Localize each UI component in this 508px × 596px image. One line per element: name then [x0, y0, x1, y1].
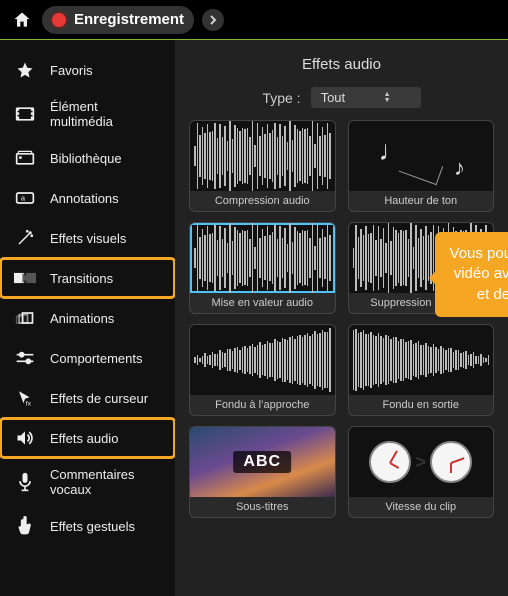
sidebar-item-biblioth-que[interactable]: Bibliothèque [0, 138, 175, 178]
effect-thumbnail: > [349, 427, 494, 497]
effect-tile-fondu-en-sortie[interactable]: Fondu en sortie [348, 324, 495, 416]
effect-thumbnail [190, 223, 335, 293]
library-icon [14, 147, 36, 169]
effect-label: Vitesse du clip [349, 497, 494, 517]
sidebar: Favoris Élément multimédia Bibliothèque a An… [0, 40, 175, 596]
transitions-icon [14, 267, 36, 289]
record-dot-icon [52, 13, 66, 27]
annotation-icon: a [14, 187, 36, 209]
type-label: Type : [262, 90, 300, 106]
sidebar-item-animations[interactable]: Animations [0, 298, 175, 338]
effect-label: Compression audio [190, 191, 335, 211]
effect-tile-fondu-l-approche[interactable]: Fondu à l’approche [189, 324, 336, 416]
sidebar-item-effets-visuels[interactable]: Effets visuels [0, 218, 175, 258]
speaker-icon [14, 427, 36, 449]
effects-grid: Compression audio ♩♪Hauteur de ton Mise en… [189, 120, 494, 518]
effects-panel: Effets audio Type : Tout ▲▼ Compression … [175, 40, 508, 596]
type-select-value: Tout [321, 90, 346, 105]
home-icon[interactable] [10, 8, 34, 32]
sidebar-item-effets-gestuels[interactable]: Effets gestuels [0, 506, 175, 546]
sidebar-item-label: Comportements [50, 351, 142, 366]
effect-tile-sous-titres[interactable]: ABCSous-titres [189, 426, 336, 518]
wand-icon [14, 227, 36, 249]
effect-tile-compression-audio[interactable]: Compression audio [189, 120, 336, 212]
type-select[interactable]: Tout ▲▼ [311, 87, 421, 108]
cursor-icon: fx [14, 387, 36, 409]
effect-thumbnail [190, 121, 335, 191]
star-icon [14, 59, 36, 81]
effect-thumbnail: ♩♪ [349, 121, 494, 191]
topbar: Enregistrement [0, 0, 508, 40]
panel-title: Effets audio [189, 56, 494, 73]
sidebar-item-label: Effets audio [50, 431, 118, 446]
sidebar-item-label: Transitions [50, 271, 113, 286]
effect-thumbnail [349, 325, 494, 395]
updown-icon: ▲▼ [384, 92, 391, 104]
record-dropdown-button[interactable] [202, 9, 224, 31]
effect-label: Mise en valeur audio [190, 293, 335, 313]
callout-text: Vous pouvez modifier votre vidéo avec de… [450, 245, 508, 303]
sidebar-item-transitions[interactable]: Transitions [0, 258, 175, 298]
sidebar-item-effets-de-curseur[interactable]: fx Effets de curseur [0, 378, 175, 418]
type-filter-row: Type : Tout ▲▼ [189, 87, 494, 108]
sliders-icon [14, 347, 36, 369]
record-button[interactable]: Enregistrement [42, 6, 194, 34]
sidebar-item-label: Favoris [50, 63, 93, 78]
animations-icon [14, 307, 36, 329]
effect-label: Hauteur de ton [349, 191, 494, 211]
effect-thumbnail: ABC [190, 427, 335, 497]
sidebar-item-label: Effets gestuels [50, 519, 135, 534]
sidebar-item-label: Élément multimédia [50, 99, 161, 129]
sidebar-item-favoris[interactable]: Favoris [0, 50, 175, 90]
sidebar-item-label: Effets visuels [50, 231, 126, 246]
gesture-icon [14, 515, 36, 537]
sidebar-item-commentaires-vocaux[interactable]: Commentaires vocaux [0, 458, 175, 506]
sidebar-item-label: Animations [50, 311, 114, 326]
sidebar-item-annotations[interactable]: a Annotations [0, 178, 175, 218]
tutorial-callout: Vous pouvez modifier votre vidéo avec de… [435, 232, 508, 317]
effect-label: Fondu en sortie [349, 395, 494, 415]
sidebar-item-label: Bibliothèque [50, 151, 122, 166]
sidebar-item-effets-audio[interactable]: Effets audio [0, 418, 175, 458]
svg-text:a: a [21, 194, 26, 203]
effect-tile-mise-en-valeur-audio[interactable]: Mise en valeur audio [189, 222, 336, 314]
microphone-icon [14, 471, 36, 493]
sidebar-item-label: Commentaires vocaux [50, 467, 161, 497]
sidebar-item-label: Effets de curseur [50, 391, 148, 406]
effect-label: Fondu à l’approche [190, 395, 335, 415]
effect-tile-vitesse-du-clip[interactable]: >Vitesse du clip [348, 426, 495, 518]
svg-text:fx: fx [26, 401, 32, 408]
sidebar-item--l-ment-multim-dia[interactable]: Élément multimédia [0, 90, 175, 138]
effect-tile-hauteur-de-ton[interactable]: ♩♪Hauteur de ton [348, 120, 495, 212]
sidebar-item-comportements[interactable]: Comportements [0, 338, 175, 378]
record-label: Enregistrement [74, 11, 184, 28]
filmstrip-icon [14, 103, 36, 125]
sidebar-item-label: Annotations [50, 191, 119, 206]
effect-thumbnail [190, 325, 335, 395]
effect-label: Sous-titres [190, 497, 335, 517]
